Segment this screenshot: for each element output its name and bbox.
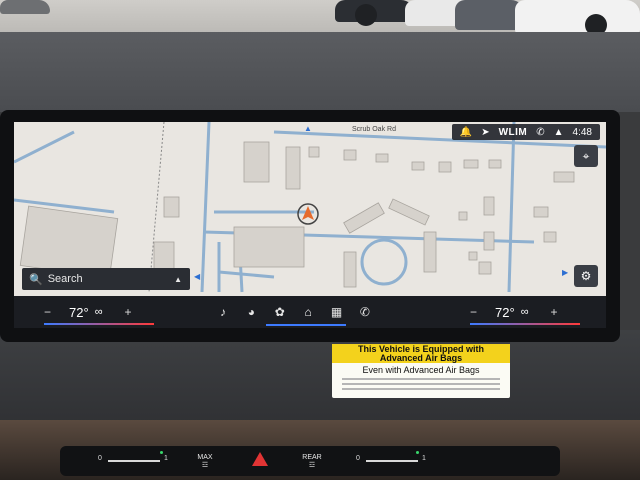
driver-temp-value: 72°	[69, 304, 89, 320]
signal-icon: ▲	[553, 126, 564, 138]
street-label: Scrub Oak Rd	[352, 126, 396, 133]
passenger-temp-value: 72°	[495, 304, 515, 320]
gauge-icon[interactable]: ◕	[242, 305, 260, 319]
parked-car	[0, 0, 50, 14]
right-slider-max: 1	[422, 455, 426, 462]
passenger-temp-up-button[interactable]: +	[551, 305, 558, 319]
sticker-fine-print	[342, 388, 500, 390]
home-icon[interactable]: ⌂	[299, 305, 317, 319]
status-led	[160, 451, 163, 454]
sticker-fine-print	[342, 383, 500, 385]
radio-station[interactable]: WLIM	[499, 127, 528, 138]
sticker-line-2: Advanced Air Bags	[379, 353, 463, 363]
infotainment-screen: Scrub Oak Rd 🔔 ➤ WLIM ✆ ▲ 4:48 ⌖ ⚙ ▲ ▶ ◀…	[14, 122, 606, 328]
pan-up-icon[interactable]: ▲	[304, 124, 312, 133]
driver-temp-down-button[interactable]: −	[44, 305, 51, 319]
music-icon[interactable]: ♪	[214, 305, 232, 319]
left-slider-max: 1	[164, 455, 168, 462]
left-slider-min: 0	[98, 455, 102, 462]
rear-defrost-button[interactable]: REAR ☲	[300, 446, 324, 476]
bell-icon[interactable]: 🔔	[460, 127, 472, 138]
left-temp-slider[interactable]	[108, 460, 160, 462]
screen-bottom-bar: − 72° ∞ + ♪ ◕ ✿ ⌂ ▦ ✆ − 72° ∞ +	[14, 296, 606, 328]
max-defrost-button[interactable]: MAX ☲	[194, 446, 216, 476]
pan-left-icon[interactable]: ◀	[194, 272, 200, 281]
right-temp-slider[interactable]	[366, 460, 418, 462]
seat-heat-icon[interactable]: ∞	[95, 306, 103, 318]
rear-defrost-icon: ☲	[308, 461, 316, 469]
search-bar[interactable]: 🔍 Search ▲	[22, 268, 190, 290]
status-bar: 🔔 ➤ WLIM ✆ ▲ 4:48	[451, 124, 600, 140]
rear-label: REAR	[302, 453, 322, 461]
search-icon: 🔍	[29, 273, 43, 286]
passenger-temp-down-button[interactable]: −	[470, 305, 477, 319]
crosshair-icon: ⌖	[582, 148, 590, 163]
clock: 4:48	[572, 126, 592, 138]
pan-right-icon[interactable]: ▶	[562, 268, 568, 277]
recenter-button[interactable]: ⌖	[574, 145, 598, 167]
home-active-indicator	[266, 324, 346, 326]
location-arrow-icon: ➤	[481, 126, 490, 138]
apps-grid-icon[interactable]: ▦	[328, 305, 346, 319]
driver-temp-control: − 72° ∞ +	[44, 296, 154, 328]
status-led	[416, 451, 419, 454]
temp-indicator-line	[470, 323, 580, 325]
map-settings-button[interactable]: ⚙	[574, 265, 598, 287]
dashboard-panel	[0, 330, 640, 430]
defrost-icon: ☲	[201, 461, 209, 469]
max-label: MAX	[197, 453, 213, 461]
phone-muted-icon: ✆	[536, 126, 545, 138]
climate-control-strip: 0 1 MAX ☲ REAR ☲ 0 1	[60, 446, 560, 476]
hazard-icon[interactable]	[252, 452, 268, 466]
gear-icon: ⚙	[580, 269, 592, 283]
phone-icon[interactable]: ✆	[356, 305, 374, 319]
driver-temp-up-button[interactable]: +	[125, 305, 132, 319]
parked-car	[515, 0, 640, 34]
sticker-line-3: Even with Advanced Air Bags	[362, 365, 480, 375]
dashboard-top	[0, 32, 640, 112]
car-wheel	[355, 4, 377, 26]
right-slider-min: 0	[356, 455, 360, 462]
temp-indicator-line	[44, 323, 154, 325]
chevron-up-icon[interactable]: ▲	[174, 275, 182, 284]
sticker-header: This Vehicle is Equipped with Advanced A…	[332, 344, 510, 363]
sticker-fine-print	[342, 378, 500, 380]
search-placeholder: Search	[47, 273, 83, 285]
seat-heat-icon[interactable]: ∞	[521, 306, 529, 318]
fan-icon[interactable]: ✿	[271, 305, 289, 319]
passenger-temp-control: − 72° ∞ +	[470, 296, 580, 328]
airbag-warning-sticker: This Vehicle is Equipped with Advanced A…	[332, 344, 510, 398]
